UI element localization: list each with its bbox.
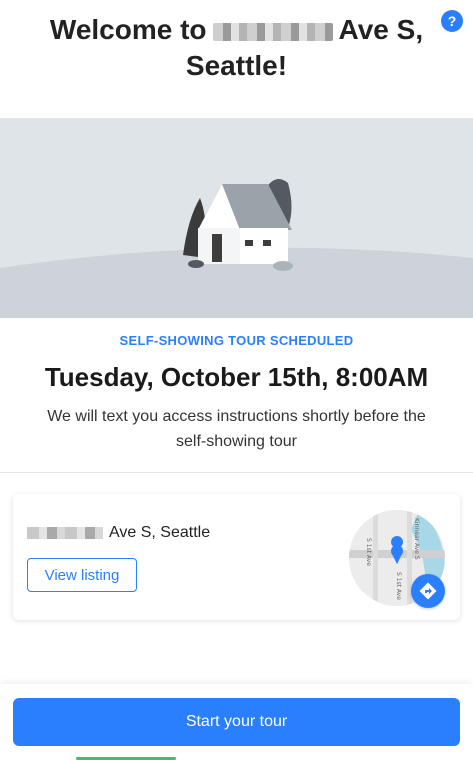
welcome-heading: Welcome to Ave S, Seattle! [0,12,473,84]
listing-card: Ave S, Seattle View listing S 1st Ave S … [13,494,460,620]
map-label-street: Kinnear Ave S [413,518,420,560]
tour-datetime: Tuesday, October 15th, 8:00AM [44,362,429,392]
listing-address: Ave S, Seattle [27,524,210,542]
tour-instructions: We will text you access instructions sho… [47,408,426,450]
section-divider [0,472,473,473]
address-text: Ave S, Seattle [109,524,211,541]
welcome-prefix: Welcome to [49,14,207,45]
hero-illustration [0,118,473,318]
directions-button[interactable] [411,574,445,608]
redacted-street-number [27,527,103,539]
house-illustration [0,118,473,318]
tour-status-label: SELF-SHOWING TOUR SCHEDULED [119,333,354,348]
welcome-city: Seattle! [185,50,288,81]
map-label-street: S 1st Ave [395,572,402,600]
welcome-suffix: Ave S, [338,14,424,45]
map-label-street: S 1st Ave [365,538,372,566]
directions-icon [419,582,437,600]
bottom-action-bar: Start your tour [0,684,473,760]
redacted-street-number [212,22,333,41]
start-tour-button[interactable]: Start your tour [13,698,460,746]
view-listing-button[interactable]: View listing [27,558,137,592]
